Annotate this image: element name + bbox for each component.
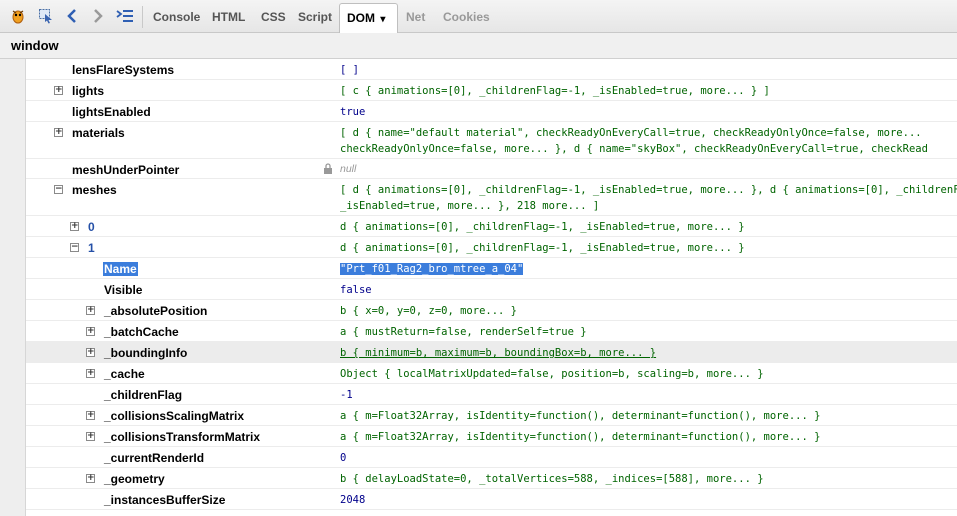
location-window-button[interactable]: window (11, 38, 59, 53)
property-value[interactable]: b { x=0, y=0, z=0, more... } (340, 305, 517, 317)
tab-script[interactable]: Script (298, 0, 332, 32)
dom-row[interactable]: + _collisionsScalingMatrix a { m=Float32… (26, 405, 957, 426)
expand-toggle-icon[interactable]: + (86, 411, 95, 420)
forward-icon[interactable] (89, 6, 107, 26)
collapse-toggle-icon[interactable]: − (54, 185, 63, 194)
expand-toggle-icon[interactable]: + (86, 327, 95, 336)
property-value[interactable]: a { m=Float32Array, isIdentity=function(… (340, 431, 820, 443)
property-value-line1[interactable]: [ d { name="default material", checkRead… (340, 127, 922, 139)
menu-list-icon[interactable] (115, 6, 135, 26)
expand-toggle-icon[interactable]: + (54, 86, 63, 95)
property-value[interactable]: a { mustReturn=false, renderSelf=true } (340, 326, 587, 338)
chevron-down-icon[interactable]: ▾ (380, 14, 385, 25)
property-value: [ ] (340, 64, 359, 76)
dom-row[interactable]: + _collisionsTransformMatrix a { m=Float… (26, 426, 957, 447)
tab-net[interactable]: Net (406, 0, 425, 32)
property-name: _absolutePosition (104, 304, 208, 318)
expand-toggle-icon[interactable]: + (86, 369, 95, 378)
expand-toggle-icon[interactable]: + (70, 222, 79, 231)
property-value: null (340, 163, 357, 175)
property-value[interactable]: [ c { animations=[0], _childrenFlag=-1, … (340, 85, 770, 97)
dom-row[interactable]: + _geometry b { delayLoadState=0, _total… (26, 468, 957, 489)
firebug-bug-icon[interactable] (8, 6, 28, 26)
property-name: _collisionsTransformMatrix (104, 430, 261, 444)
inspect-element-icon[interactable] (36, 6, 56, 26)
firebug-toolbar: Console HTML CSS Script DOM ▾ Net Cookie… (0, 0, 957, 33)
array-index: 0 (88, 220, 95, 234)
expand-toggle-icon[interactable]: + (54, 128, 63, 137)
dom-row[interactable]: _instancesBufferSize 2048 (26, 489, 957, 510)
property-name: lensFlareSystems (72, 63, 175, 77)
property-name: _cache (104, 367, 145, 381)
dom-row[interactable]: − meshes [ d { animations=[0], _children… (26, 179, 957, 216)
dom-row[interactable]: Name "Prt_f01_Rag2_bro_mtree_a_04" (26, 258, 957, 279)
collapse-toggle-icon[interactable]: − (70, 243, 79, 252)
property-name: lights (72, 84, 104, 98)
property-name: Visible (104, 283, 143, 297)
left-gutter (0, 59, 26, 516)
dom-row[interactable]: _childrenFlag -1 (26, 384, 957, 405)
property-name: meshes (72, 183, 117, 197)
dom-row[interactable]: + materials [ d { name="default material… (26, 122, 957, 159)
tab-dom[interactable]: DOM ▾ (339, 3, 398, 33)
toolbar-divider (142, 6, 143, 28)
tab-css[interactable]: CSS (261, 0, 286, 32)
property-name: _geometry (104, 472, 165, 486)
property-value-line2[interactable]: checkReadyOnlyOnce=false, more... }, d {… (340, 143, 928, 155)
property-value: 2048 (340, 494, 366, 506)
array-index: 1 (88, 241, 95, 255)
property-name: _batchCache (104, 325, 179, 339)
property-name: lightsEnabled (72, 105, 151, 119)
dom-row-hovered[interactable]: + _boundingInfo b { minimum=b, maximum=b… (26, 342, 957, 363)
property-value: false (340, 284, 372, 296)
property-value: -1 (340, 389, 353, 401)
expand-toggle-icon[interactable]: + (86, 474, 95, 483)
location-bar: window (0, 33, 957, 59)
property-name: _boundingInfo (104, 346, 188, 360)
property-name: _childrenFlag (104, 388, 183, 402)
property-value[interactable]: "Prt_f01_Rag2_bro_mtree_a_04" (340, 263, 524, 275)
property-name: _currentRenderId (104, 451, 205, 465)
dom-row[interactable]: + lights [ c { animations=[0], _children… (26, 80, 957, 101)
property-value[interactable]: d { animations=[0], _childrenFlag=-1, _i… (340, 221, 745, 233)
property-value[interactable]: b { minimum=b, maximum=b, boundingBox=b,… (340, 347, 656, 359)
lock-icon (323, 163, 333, 177)
expand-toggle-icon[interactable]: + (86, 432, 95, 441)
property-value-line2[interactable]: _isEnabled=true, more... }, 218 more... … (340, 200, 599, 212)
dom-row[interactable]: + 0 d { animations=[0], _childrenFlag=-1… (26, 216, 957, 237)
property-name: meshUnderPointer (72, 163, 180, 177)
tab-cookies[interactable]: Cookies (443, 0, 490, 32)
property-value[interactable]: a { m=Float32Array, isIdentity=function(… (340, 410, 820, 422)
dom-row[interactable]: meshUnderPointer null (26, 159, 957, 179)
property-name: _collisionsScalingMatrix (104, 409, 245, 423)
expand-toggle-icon[interactable]: + (86, 306, 95, 315)
property-value-line1[interactable]: [ d { animations=[0], _childrenFlag=-1, … (340, 184, 957, 196)
tab-console[interactable]: Console (153, 0, 200, 32)
dom-row[interactable]: − 1 d { animations=[0], _childrenFlag=-1… (26, 237, 957, 258)
property-value[interactable]: b { delayLoadState=0, _totalVertices=588… (340, 473, 764, 485)
back-icon[interactable] (63, 6, 81, 26)
dom-row[interactable]: + _batchCache a { mustReturn=false, rend… (26, 321, 957, 342)
dom-row[interactable]: + _cache Object { localMatrixUpdated=fal… (26, 363, 957, 384)
property-value[interactable]: Object { localMatrixUpdated=false, posit… (340, 368, 764, 380)
property-name: _instancesBufferSize (104, 493, 226, 507)
tab-html[interactable]: HTML (212, 0, 245, 32)
dom-row[interactable]: lensFlareSystems [ ] (26, 59, 957, 80)
property-value: 0 (340, 452, 347, 464)
dom-property-list: lensFlareSystems [ ] + lights [ c { anim… (26, 59, 957, 516)
dom-row[interactable]: lightsEnabled true (26, 101, 957, 122)
expand-toggle-icon[interactable]: + (86, 348, 95, 357)
dom-row[interactable]: + _absolutePosition b { x=0, y=0, z=0, m… (26, 300, 957, 321)
property-value: true (340, 106, 366, 118)
tab-dom-label: DOM (347, 11, 375, 25)
property-name: Name (103, 262, 138, 276)
dom-row[interactable]: Visible false (26, 279, 957, 300)
property-name: materials (72, 126, 125, 140)
dom-row[interactable]: _currentRenderId 0 (26, 447, 957, 468)
property-value[interactable]: d { animations=[0], _childrenFlag=-1, _i… (340, 242, 745, 254)
